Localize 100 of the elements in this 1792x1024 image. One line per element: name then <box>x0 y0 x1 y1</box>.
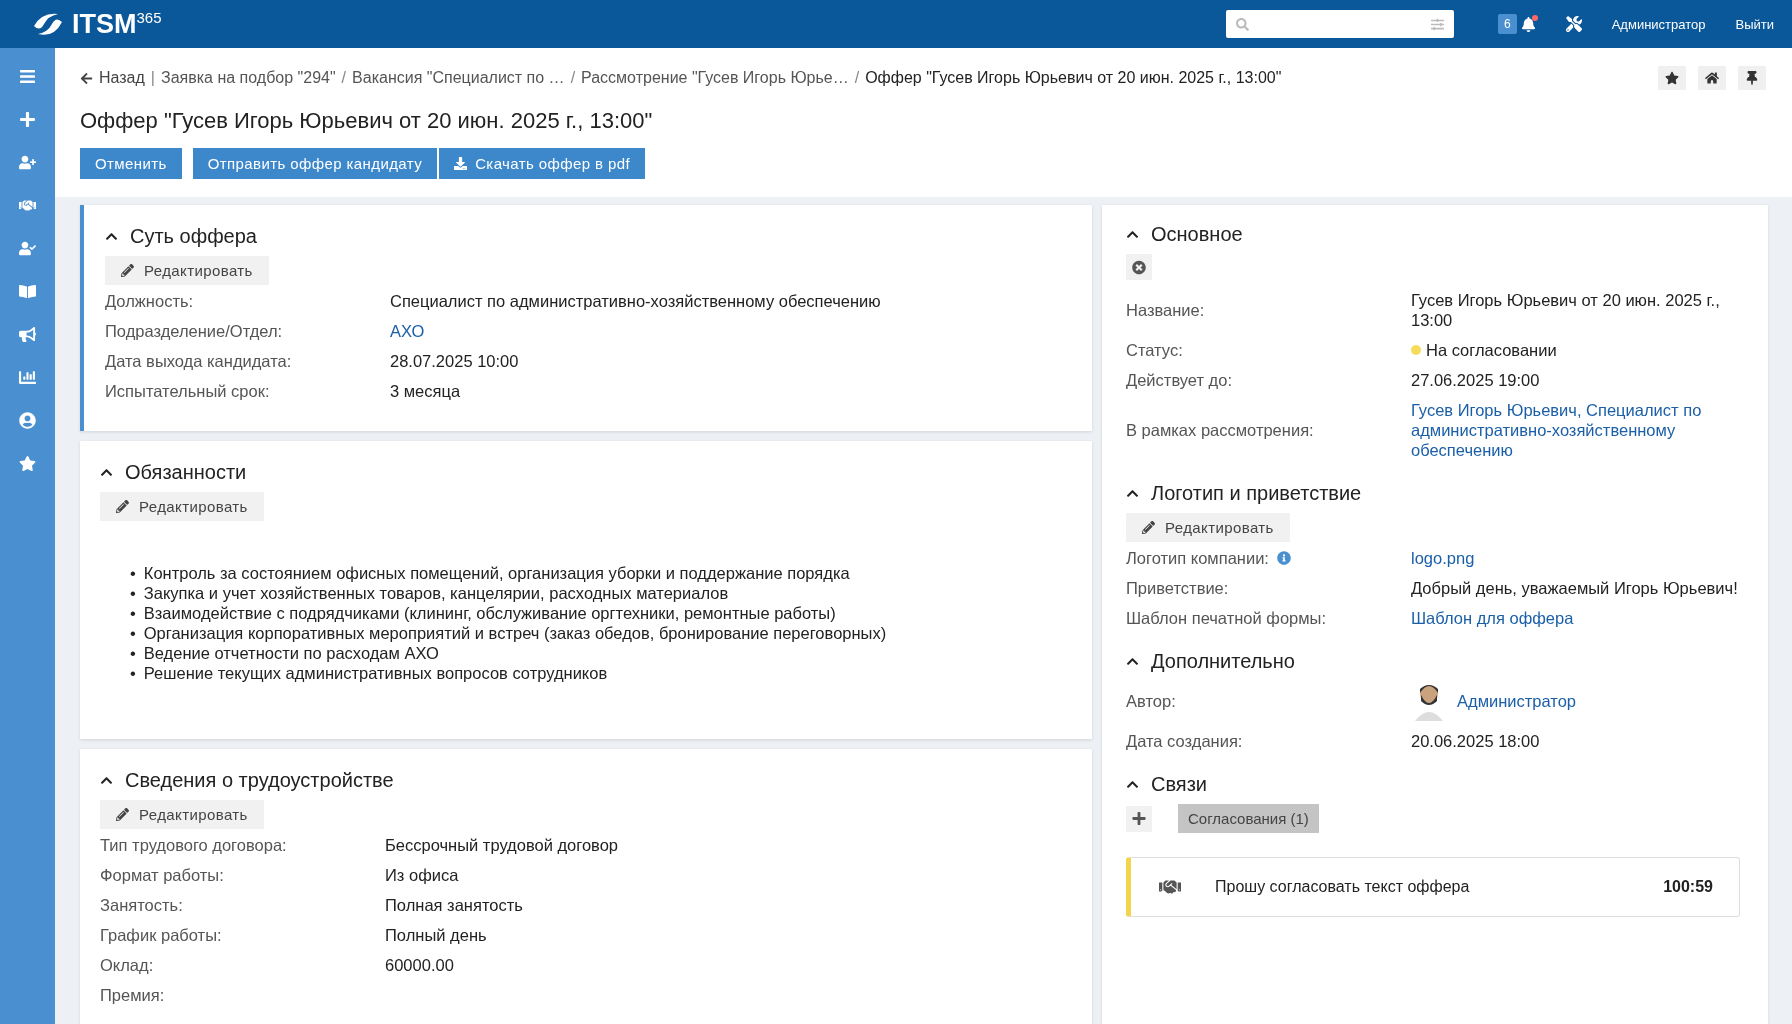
user-check-icon[interactable] <box>19 240 36 257</box>
menu-icon[interactable] <box>19 68 36 85</box>
megaphone-icon[interactable] <box>19 326 36 343</box>
bullet: • <box>130 643 136 663</box>
field-value: Гусев Игорь Юрьевич от 20 июн. 2025 г., 13:00 <box>1411 290 1721 330</box>
section-title: Логотип и приветствие <box>1151 482 1362 505</box>
field-label: Подразделение/Отдел: <box>105 321 284 341</box>
field-value: На согласовании <box>1426 340 1557 360</box>
field-label: Занятость: <box>100 895 184 915</box>
plus-icon[interactable] <box>19 111 36 128</box>
field-label: Шаблон печатной формы: <box>1126 608 1328 628</box>
edit-button[interactable]: Редактировать <box>105 256 269 285</box>
field-label: Логотип компании: <box>1126 548 1269 568</box>
collapse-icon[interactable] <box>1126 228 1139 241</box>
info-icon[interactable] <box>1276 551 1291 565</box>
arrow-left-icon <box>80 71 93 85</box>
field-link[interactable]: АХО <box>390 321 1068 341</box>
star-icon[interactable] <box>19 455 36 472</box>
pin-icon <box>1745 71 1759 85</box>
duty-item: Решение текущих административных вопросов сотрудников <box>143 663 608 683</box>
home-icon <box>1705 71 1719 85</box>
edit-button[interactable]: Редактировать <box>1126 513 1290 542</box>
bullet: • <box>130 563 136 583</box>
collapse-icon[interactable] <box>1126 487 1139 500</box>
pin-button[interactable] <box>1738 66 1766 90</box>
bullet: • <box>130 583 136 603</box>
chart-icon[interactable] <box>19 369 36 386</box>
edit-button[interactable]: Редактировать <box>100 492 264 521</box>
collapse-icon[interactable] <box>100 466 113 479</box>
user-circle-icon[interactable] <box>19 412 36 429</box>
download-icon <box>454 157 468 170</box>
edit-button[interactable]: Редактировать <box>100 800 264 829</box>
field-link[interactable]: Шаблон для оффера <box>1411 608 1740 628</box>
logout-link[interactable]: Выйти <box>1735 16 1774 32</box>
field-label: Действует до: <box>1126 370 1233 390</box>
logo-text: ITSM$^{365}$ <box>72 8 162 40</box>
field-value: 27.06.2025 19:00 <box>1411 370 1541 390</box>
author-link[interactable]: Администратор <box>1457 691 1577 711</box>
field-link[interactable]: logo.png <box>1411 548 1740 568</box>
back-link[interactable]: Назад <box>80 69 145 87</box>
pencil-icon <box>116 808 129 821</box>
plus-icon <box>1132 811 1146 826</box>
breadcrumb-link[interactable]: Рассмотрение "Гусев Игорь Юрье… <box>581 69 849 87</box>
task-text: Прошу согласовать текст оффера <box>1215 878 1471 896</box>
tools-icon[interactable] <box>1565 16 1582 32</box>
user-link[interactable]: Администратор <box>1611 16 1706 32</box>
field-label: Статус: <box>1126 340 1184 360</box>
add-button[interactable] <box>1126 805 1152 832</box>
section-title: Сведения о трудоустройстве <box>125 769 394 792</box>
divider: | <box>150 69 155 87</box>
relation-tab[interactable]: Согласования (1) <box>1178 804 1319 833</box>
section-title: Дополнительно <box>1151 650 1295 673</box>
handshake-icon[interactable] <box>19 197 36 214</box>
collapse-icon[interactable] <box>105 230 118 243</box>
field-value: Специалист по административно-хозяйственному обеспечению <box>390 291 882 311</box>
field-label: В рамках рассмотрения: <box>1126 420 1315 441</box>
notification-count: 6 <box>1498 14 1517 34</box>
field-value: 3 месяца <box>390 381 462 401</box>
home-button[interactable] <box>1698 66 1726 90</box>
pencil-icon <box>121 264 134 277</box>
field-value: Из офиса <box>385 865 460 885</box>
breadcrumb-link[interactable]: Вакансия "Специалист по … <box>352 69 565 87</box>
collapse-icon[interactable] <box>100 774 113 787</box>
cancel-button[interactable] <box>1126 254 1152 280</box>
breadcrumb-link[interactable]: Оффер "Гусев Игорь Юрьевич от 20 июн. 2025 г., 13:00" <box>865 69 1282 87</box>
field-label: Должность: <box>105 291 195 311</box>
action-button[interactable]: Отправить оффер кандидату <box>192 148 438 179</box>
field-value: 60000.00 <box>385 955 455 975</box>
task-card[interactable]: Прошу согласовать текст оффера 100:59 <box>1126 857 1740 917</box>
bell-icon[interactable] <box>1520 16 1536 32</box>
section-title: Основное <box>1151 223 1243 246</box>
user-plus-icon[interactable] <box>19 154 36 171</box>
close-icon <box>1132 259 1146 275</box>
breadcrumb-link[interactable]: Заявка на подбор "294" <box>161 69 336 87</box>
pencil-icon <box>1142 521 1155 534</box>
action-button[interactable]: Отменить <box>80 148 182 179</box>
favorite-button[interactable] <box>1658 66 1686 90</box>
book-icon[interactable] <box>19 283 36 300</box>
breadcrumb-separator: / <box>341 69 347 87</box>
duty-item: Закупка и учет хозяйственных товаров, канцелярии, расходных материалов <box>143 583 729 603</box>
bullet: • <box>130 623 136 643</box>
field-label: Формат работы: <box>100 865 225 885</box>
action-button[interactable]: Скачать оффер в pdf <box>439 148 645 179</box>
collapse-icon[interactable] <box>1126 655 1139 668</box>
field-label: График работы: <box>100 925 223 945</box>
field-label: Автор: <box>1126 691 1177 712</box>
field-label: Оклад: <box>100 955 155 975</box>
section-title: Обязанности <box>125 461 247 484</box>
breadcrumb-separator: / <box>854 69 860 87</box>
field-label: Премия: <box>100 985 166 1005</box>
field-label: Испытательный срок: <box>105 381 271 401</box>
field-value: Добрый день, уважаемый Игорь Юрьевич! <box>1411 578 1739 598</box>
search-field[interactable] <box>1226 10 1454 38</box>
field-label: Дата выхода кандидата: <box>105 351 293 371</box>
field-value: Полная занятость <box>385 895 524 915</box>
field-label: Приветствие: <box>1126 578 1230 598</box>
pencil-icon <box>116 500 129 513</box>
collapse-icon[interactable] <box>1126 778 1139 791</box>
field-link[interactable]: Гусев Игорь Юрьевич, Специалист по административно-хозяйственному обеспечению <box>1411 400 1740 460</box>
field-value: Бессрочный трудовой договор <box>385 835 620 855</box>
